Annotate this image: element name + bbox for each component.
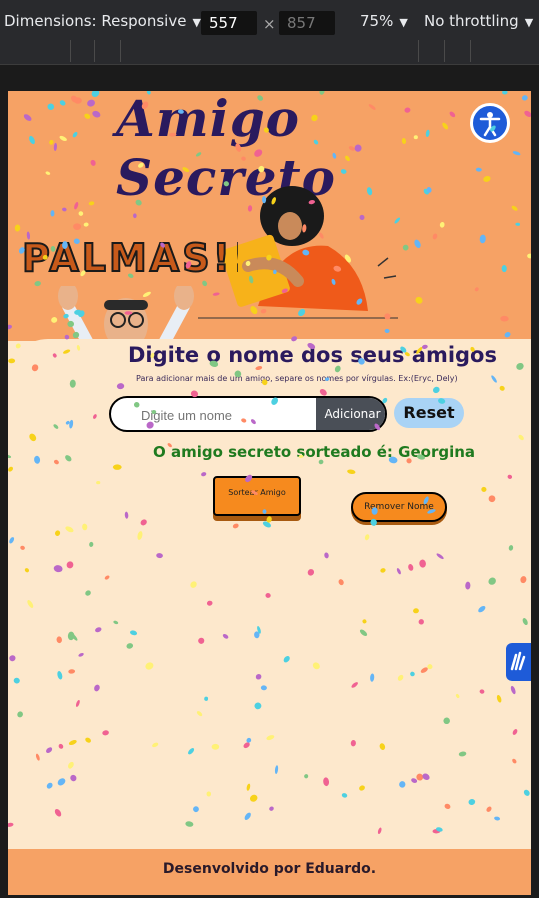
section-title: Digite o nome dos seus amigos	[128, 343, 497, 367]
caret-down-icon: ▼	[524, 16, 534, 29]
sign-language-hands-icon	[510, 651, 526, 671]
header: Amigo Secreto PALMAS!!	[8, 91, 531, 461]
reset-button[interactable]: Reset	[394, 398, 464, 428]
accessibility-icon	[479, 112, 501, 137]
remove-name-button[interactable]: Remover Nome	[351, 492, 447, 522]
name-input-group: Adicionar	[109, 396, 387, 432]
throttling-dropdown[interactable]: No throttling ▼	[424, 12, 533, 30]
vlibras-widget-button[interactable]	[506, 643, 531, 681]
zoom-dropdown[interactable]: 75% ▼	[360, 12, 408, 30]
dimensions-dropdown[interactable]: Dimensions: Responsive ▼	[4, 12, 201, 30]
throttling-label: No throttling	[424, 12, 519, 30]
hint-text: Para adicionar mais de um amigo, separe …	[136, 374, 458, 383]
footer: Desenvolvido por Eduardo.	[8, 849, 531, 895]
height-input[interactable]: 857	[279, 11, 335, 35]
name-input[interactable]	[111, 398, 348, 430]
result-text: O amigo secreto sorteado é: Georgina	[153, 443, 476, 461]
width-input[interactable]: 557	[201, 11, 257, 35]
media-query-ruler[interactable]	[0, 40, 539, 65]
palmas-text: PALMAS!!	[22, 236, 238, 280]
caret-down-icon: ▼	[192, 16, 201, 29]
accessibility-button[interactable]	[470, 103, 510, 143]
page-viewport: Amigo Secreto PALMAS!! Digite o nome dos…	[8, 91, 531, 895]
times-sign: ×	[263, 15, 276, 33]
palmas-sticker: PALMAS!!	[21, 235, 238, 281]
caret-down-icon: ▼	[399, 16, 408, 29]
zoom-label: 75%	[360, 12, 394, 30]
dimensions-label: Dimensions: Responsive	[4, 12, 187, 30]
add-button[interactable]: Adicionar	[316, 398, 385, 430]
draw-friend-button[interactable]: Sortear Amigo	[213, 476, 301, 516]
